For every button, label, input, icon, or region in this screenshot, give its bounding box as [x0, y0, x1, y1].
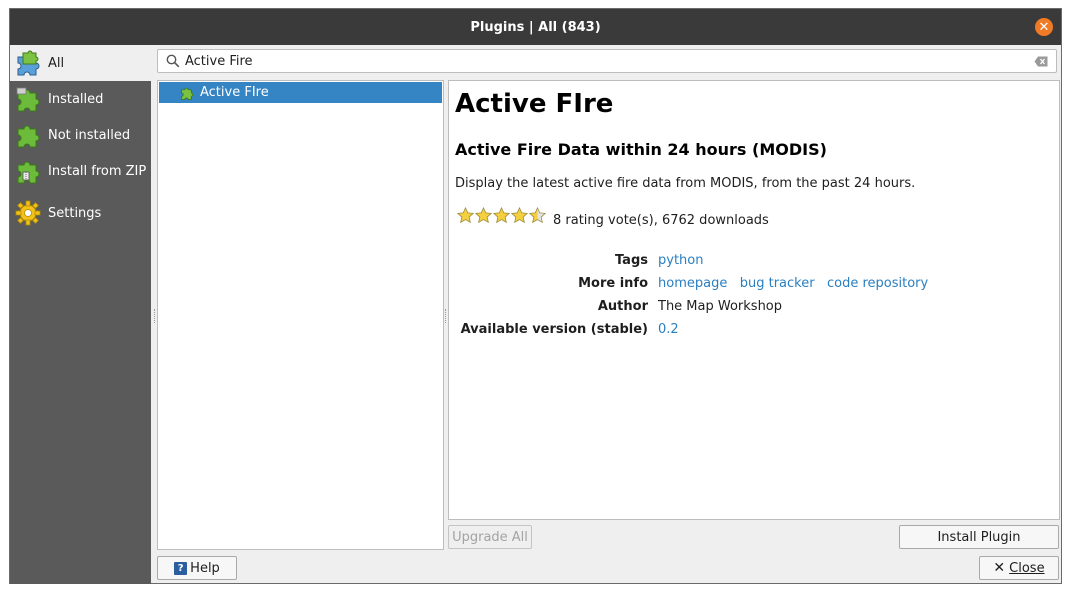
sidebar-item-label: All [48, 55, 65, 71]
help-label: Help [190, 560, 220, 576]
star-full-icon [493, 207, 510, 224]
star-full-icon [511, 207, 528, 224]
homepage-link[interactable]: homepage [658, 276, 727, 291]
gear-icon [15, 200, 41, 226]
help-button[interactable]: ? Help [157, 556, 237, 580]
plugin-list: Active FIre [157, 80, 444, 550]
install-plugin-button[interactable]: Install Plugin [899, 525, 1059, 549]
sidebar-item-not-installed[interactable]: Not installed [10, 117, 151, 153]
search-input[interactable] [185, 52, 1025, 70]
version-value[interactable]: 0.2 [658, 322, 679, 337]
plugins-all-icon [15, 50, 41, 76]
upgrade-all-button[interactable]: Upgrade All [448, 525, 532, 549]
sidebar-item-installed[interactable]: Installed [10, 81, 151, 117]
star-full-icon [457, 207, 474, 224]
author-label: Author [597, 299, 648, 314]
window-title: Plugins | All (843) [470, 19, 601, 35]
sidebar-item-label: Install from ZIP [48, 163, 147, 179]
list-item-label: Active FIre [200, 85, 269, 100]
plugin-title: Active FIre [455, 89, 614, 119]
tag-link[interactable]: python [658, 253, 703, 268]
tags-label: Tags [614, 253, 648, 268]
plugin-icon [180, 86, 194, 100]
help-icon: ? [174, 561, 188, 575]
author-value: The Map Workshop [658, 299, 783, 314]
splitter-handle-left[interactable] [154, 309, 158, 323]
title-bar: Plugins | All (843) ✕ [10, 9, 1061, 45]
version-label: Available version (stable) [460, 322, 648, 337]
plugin-not-installed-icon [15, 122, 41, 148]
close-label: Close [1009, 560, 1045, 576]
plugin-subtitle: Active Fire Data within 24 hours (MODIS) [455, 140, 827, 159]
search-field[interactable] [157, 49, 1057, 73]
sidebar: All Installed Not installed Install from… [10, 45, 151, 584]
plugin-zip-icon [15, 158, 41, 184]
bug-tracker-link[interactable]: bug tracker [740, 276, 815, 291]
search-icon [166, 54, 180, 72]
clear-search-icon[interactable] [1034, 56, 1048, 71]
star-half-icon [529, 207, 546, 224]
plugin-installed-icon [15, 86, 41, 112]
sidebar-item-label: Installed [48, 91, 104, 107]
list-item[interactable]: Active FIre [159, 82, 442, 103]
plugin-details: Active FIre Active Fire Data within 24 h… [448, 80, 1060, 520]
window-close-button[interactable]: ✕ [1035, 18, 1053, 36]
more-info-label: More info [578, 276, 648, 291]
sidebar-item-label: Settings [48, 205, 102, 221]
rating-summary: 8 rating vote(s), 6762 downloads [553, 213, 769, 228]
close-icon: ✕ [1038, 19, 1050, 35]
sidebar-item-settings[interactable]: Settings [10, 195, 151, 231]
plugins-dialog: Plugins | All (843) ✕ All Installed Not … [9, 8, 1062, 584]
sidebar-item-label: Not installed [48, 127, 131, 143]
code-repository-link[interactable]: code repository [827, 276, 928, 291]
more-info-links: homepage bug tracker code repository [658, 276, 928, 291]
star-full-icon [475, 207, 492, 224]
close-button[interactable]: ✕ Close [979, 556, 1059, 580]
sidebar-item-all[interactable]: All [10, 45, 151, 81]
plugin-description: Display the latest active fire data from… [455, 176, 916, 191]
sidebar-item-install-from-zip[interactable]: Install from ZIP [10, 153, 151, 189]
rating-stars [457, 207, 546, 224]
close-icon: ✕ [993, 560, 1006, 576]
